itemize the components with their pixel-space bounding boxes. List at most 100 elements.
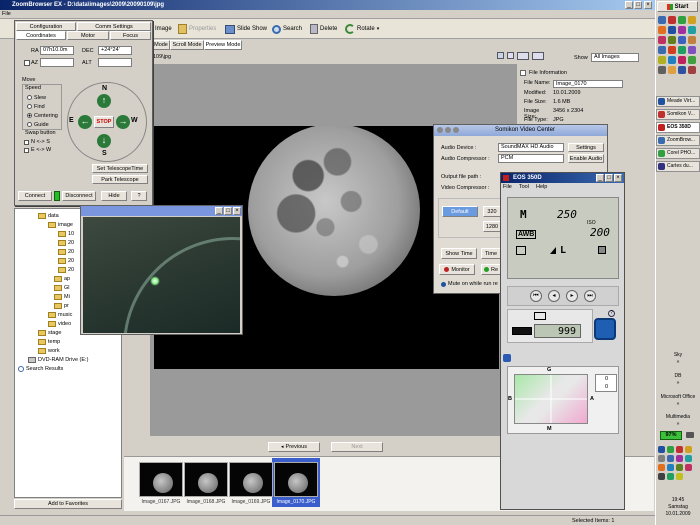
quicklaunch-icon-4[interactable] [688,16,696,24]
quicklaunch-icon-21[interactable] [658,66,666,74]
quicklaunch-icon-6[interactable] [668,26,676,34]
speed-guide[interactable]: Guide [27,120,58,129]
enable-audio-button[interactable]: Enable Audio [568,154,604,163]
clock-time[interactable]: 19:45 [656,497,700,503]
tray-icon-9[interactable] [658,464,665,471]
quicklaunch-icon-20[interactable] [688,56,696,64]
tray-icon-5[interactable] [658,455,665,462]
south-button[interactable]: ↓ [97,134,111,148]
tree-item-15[interactable]: work [38,346,138,355]
quicklaunch-icon-19[interactable] [678,56,686,64]
tab-mode[interactable]: Mode [152,40,170,50]
tray-icon-2[interactable] [667,446,674,453]
task-eos[interactable]: EOS 350D [656,122,700,133]
task-corel[interactable]: Corel PHO... [656,148,700,159]
swap-ew[interactable]: E <-> W [24,146,51,154]
toolbar-db[interactable]: DB [656,373,700,379]
quicklaunch-icon-13[interactable] [658,46,666,54]
play-icon[interactable]: ▸ [566,290,578,302]
dec-field[interactable]: +24°24' [98,46,132,55]
eos-shoot-button[interactable] [594,318,616,340]
quicklaunch-icon-10[interactable] [668,36,676,44]
tray-icon-13[interactable] [658,473,665,480]
office-expand-icon[interactable]: » [656,401,700,407]
tray-icon-6[interactable] [667,455,674,462]
task-zoombrowser[interactable]: ZoomBrow... [656,135,700,146]
eos-menu-help[interactable]: Help [536,184,547,190]
tab-comm-settings[interactable]: Comm Settings [77,22,151,31]
quicklaunch-icon-17[interactable] [658,56,666,64]
record-button[interactable]: Re [481,264,501,275]
menu-file[interactable]: File [2,11,11,17]
tray-icon-4[interactable] [685,446,692,453]
tray-icon-14[interactable] [667,473,674,480]
hide-button[interactable]: Hide [101,191,127,201]
db-expand-icon[interactable]: » [656,380,700,386]
tray-icon-11[interactable] [676,464,683,471]
tree-item-14[interactable]: temp [38,337,138,346]
sky-expand-icon[interactable]: » [656,359,700,365]
tray-icon-8[interactable] [685,455,692,462]
tab-scroll-mode[interactable]: Scroll Mode [170,40,204,50]
north-button[interactable]: ↑ [97,94,111,108]
filename-field[interactable]: Image_0170 [553,80,623,88]
help-button[interactable]: ? [131,191,147,201]
thumbnail-0[interactable] [139,462,183,497]
show-select[interactable]: All Images [591,53,639,62]
speed-find[interactable]: Find [27,102,58,111]
disconnect-button[interactable]: Disconnect [62,191,96,201]
live-video-close[interactable]: × [233,207,241,215]
minimize-button[interactable]: _ [625,1,633,9]
quicklaunch-icon-23[interactable] [678,66,686,74]
quicklaunch-icon-8[interactable] [688,26,696,34]
small-icon[interactable] [497,52,504,59]
live-video-minimize[interactable]: _ [215,207,223,215]
next-button[interactable]: Next [331,442,383,452]
resolution-1280-button[interactable]: 1280 [483,221,501,232]
az-checkbox[interactable] [24,60,30,66]
info-expand-icon[interactable] [520,70,526,76]
vc-minimize-icon[interactable] [445,127,451,133]
stop-button[interactable]: STOP [94,116,114,128]
quicklaunch-icon-11[interactable] [678,36,686,44]
toolbar-sky[interactable]: Sky [656,352,700,358]
thumbnail-1[interactable] [184,462,228,497]
thumbnail-2[interactable] [229,462,273,497]
wb-shift-grid[interactable] [514,374,588,424]
first-icon[interactable]: ⏮ [530,290,542,302]
start-button[interactable]: Start [657,1,698,12]
thumbnail-3[interactable] [274,462,318,497]
speed-centering[interactable]: Centering [27,111,58,120]
multimedia-expand-icon[interactable]: » [656,421,700,427]
eos-close[interactable]: × [614,174,622,182]
tree-item-16[interactable]: DVD-RAM Drive (E:) [28,355,128,364]
search-button[interactable]: Search [272,22,302,36]
quicklaunch-icon-24[interactable] [688,66,696,74]
show-time-button[interactable]: Show Time [441,248,477,259]
last-icon[interactable]: ⏭ [584,290,596,302]
quicklaunch-icon-22[interactable] [668,66,676,74]
tray-icon-7[interactable] [676,455,683,462]
mute-option[interactable]: Mute on while run re [441,281,498,287]
set-telescope-time-button[interactable]: Set TelescopeTime [92,164,148,173]
properties-button[interactable]: Properties [178,22,216,36]
quicklaunch-icon-9[interactable] [658,36,666,44]
audio-device-select[interactable]: SoundMAX HD Audio [498,143,564,152]
settings-button[interactable]: Settings [568,143,604,152]
default-resolution-button[interactable]: Default [442,206,478,217]
previous-button[interactable]: ◂ Previous [268,442,320,452]
tab-focus[interactable]: Focus [110,31,151,40]
eos-menu-file[interactable]: File [503,184,512,190]
toolbar-multimedia[interactable]: Multimedia [656,414,700,420]
az-field[interactable] [40,58,74,67]
tray-icon-10[interactable] [667,464,674,471]
eos-help-icon[interactable]: ? [608,310,615,317]
quicklaunch-icon-2[interactable] [668,16,676,24]
connect-button[interactable]: Connect [18,191,52,201]
quicklaunch-icon-1[interactable] [658,16,666,24]
tab-configuration[interactable]: Configuration [16,22,76,31]
eos-wb-toggle-icon[interactable] [503,354,511,362]
west-button[interactable]: → [116,115,130,129]
toolbar-office[interactable]: Microsoft Office [656,394,700,400]
quicklaunch-icon-18[interactable] [668,56,676,64]
